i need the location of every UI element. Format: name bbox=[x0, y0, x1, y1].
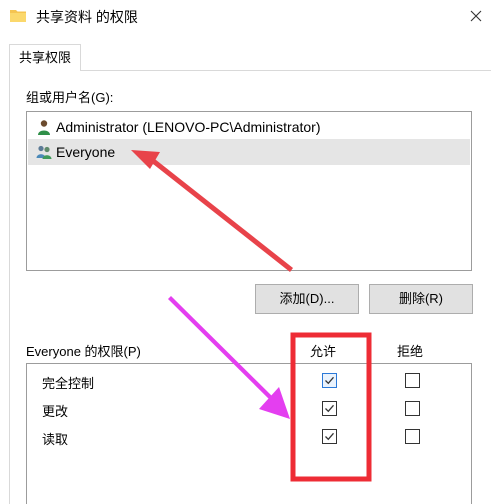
permissions-list: 完全控制 更改 读取 bbox=[26, 363, 472, 504]
permission-row-change: 更改 bbox=[27, 396, 473, 422]
allow-change-checkbox[interactable] bbox=[322, 401, 337, 416]
permission-name: 完全控制 bbox=[42, 376, 95, 391]
allow-column-header: 允许 bbox=[310, 344, 337, 359]
user-row-everyone[interactable]: Everyone bbox=[28, 139, 470, 165]
close-button[interactable] bbox=[463, 4, 489, 28]
remove-button[interactable]: 删除(R) bbox=[369, 284, 473, 314]
close-icon bbox=[470, 10, 482, 22]
user-name: Administrator (LENOVO-PC\Administrator) bbox=[56, 119, 321, 135]
window-title: 共享资料 的权限 bbox=[36, 9, 138, 25]
deny-column-header: 拒绝 bbox=[397, 344, 424, 359]
checkmark-icon bbox=[325, 376, 334, 385]
user-row-administrator[interactable]: Administrator (LENOVO-PC\Administrator) bbox=[28, 114, 470, 140]
permissions-label: Everyone 的权限(P) bbox=[26, 344, 141, 359]
deny-read-checkbox[interactable] bbox=[405, 429, 420, 444]
single-user-icon bbox=[38, 120, 50, 135]
allow-read-checkbox[interactable] bbox=[322, 429, 337, 444]
checkmark-icon bbox=[325, 432, 334, 441]
user-group-icon bbox=[36, 145, 52, 159]
permission-row-full-control: 完全控制 bbox=[27, 368, 473, 394]
checkmark-icon bbox=[325, 404, 334, 413]
tab-share-permissions[interactable]: 共享权限 bbox=[9, 44, 81, 71]
users-list[interactable]: Administrator (LENOVO-PC\Administrator) … bbox=[26, 111, 472, 271]
allow-full-control-checkbox[interactable] bbox=[322, 373, 337, 388]
permission-name: 读取 bbox=[42, 432, 69, 447]
permission-row-read: 读取 bbox=[27, 424, 473, 450]
deny-full-control-checkbox[interactable] bbox=[405, 373, 420, 388]
add-button[interactable]: 添加(D)... bbox=[255, 284, 359, 314]
folder-icon bbox=[10, 10, 26, 22]
user-name: Everyone bbox=[56, 144, 116, 160]
deny-change-checkbox[interactable] bbox=[405, 401, 420, 416]
users-label: 组或用户名(G): bbox=[26, 90, 114, 105]
tab-strip: 共享权限 bbox=[0, 34, 491, 71]
title-bar: 共享资料 的权限 bbox=[0, 0, 491, 32]
permission-name: 更改 bbox=[42, 404, 69, 419]
